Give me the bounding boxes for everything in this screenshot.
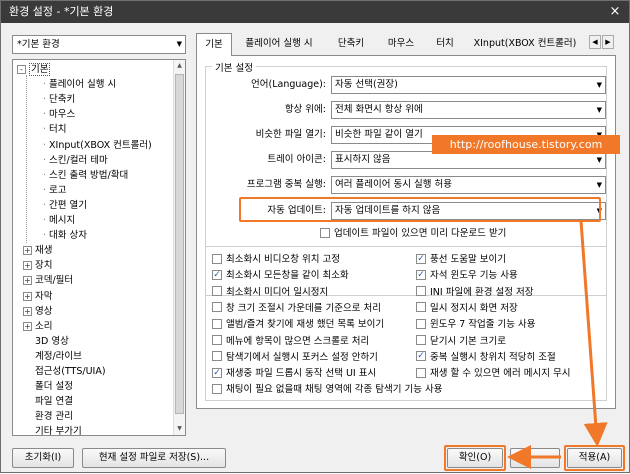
settings-window: 환경 설정 - *기본 환경 × *기본 환경 ▼ - 기본 · 플레이어 실행 시 ·…	[0, 0, 630, 473]
annotation-arrows	[507, 220, 608, 469]
arrow-to-apply	[579, 220, 608, 447]
watermark: http://roofhouse.tistory.com	[432, 135, 620, 154]
tab-basic[interactable]: 기본	[196, 33, 232, 56]
